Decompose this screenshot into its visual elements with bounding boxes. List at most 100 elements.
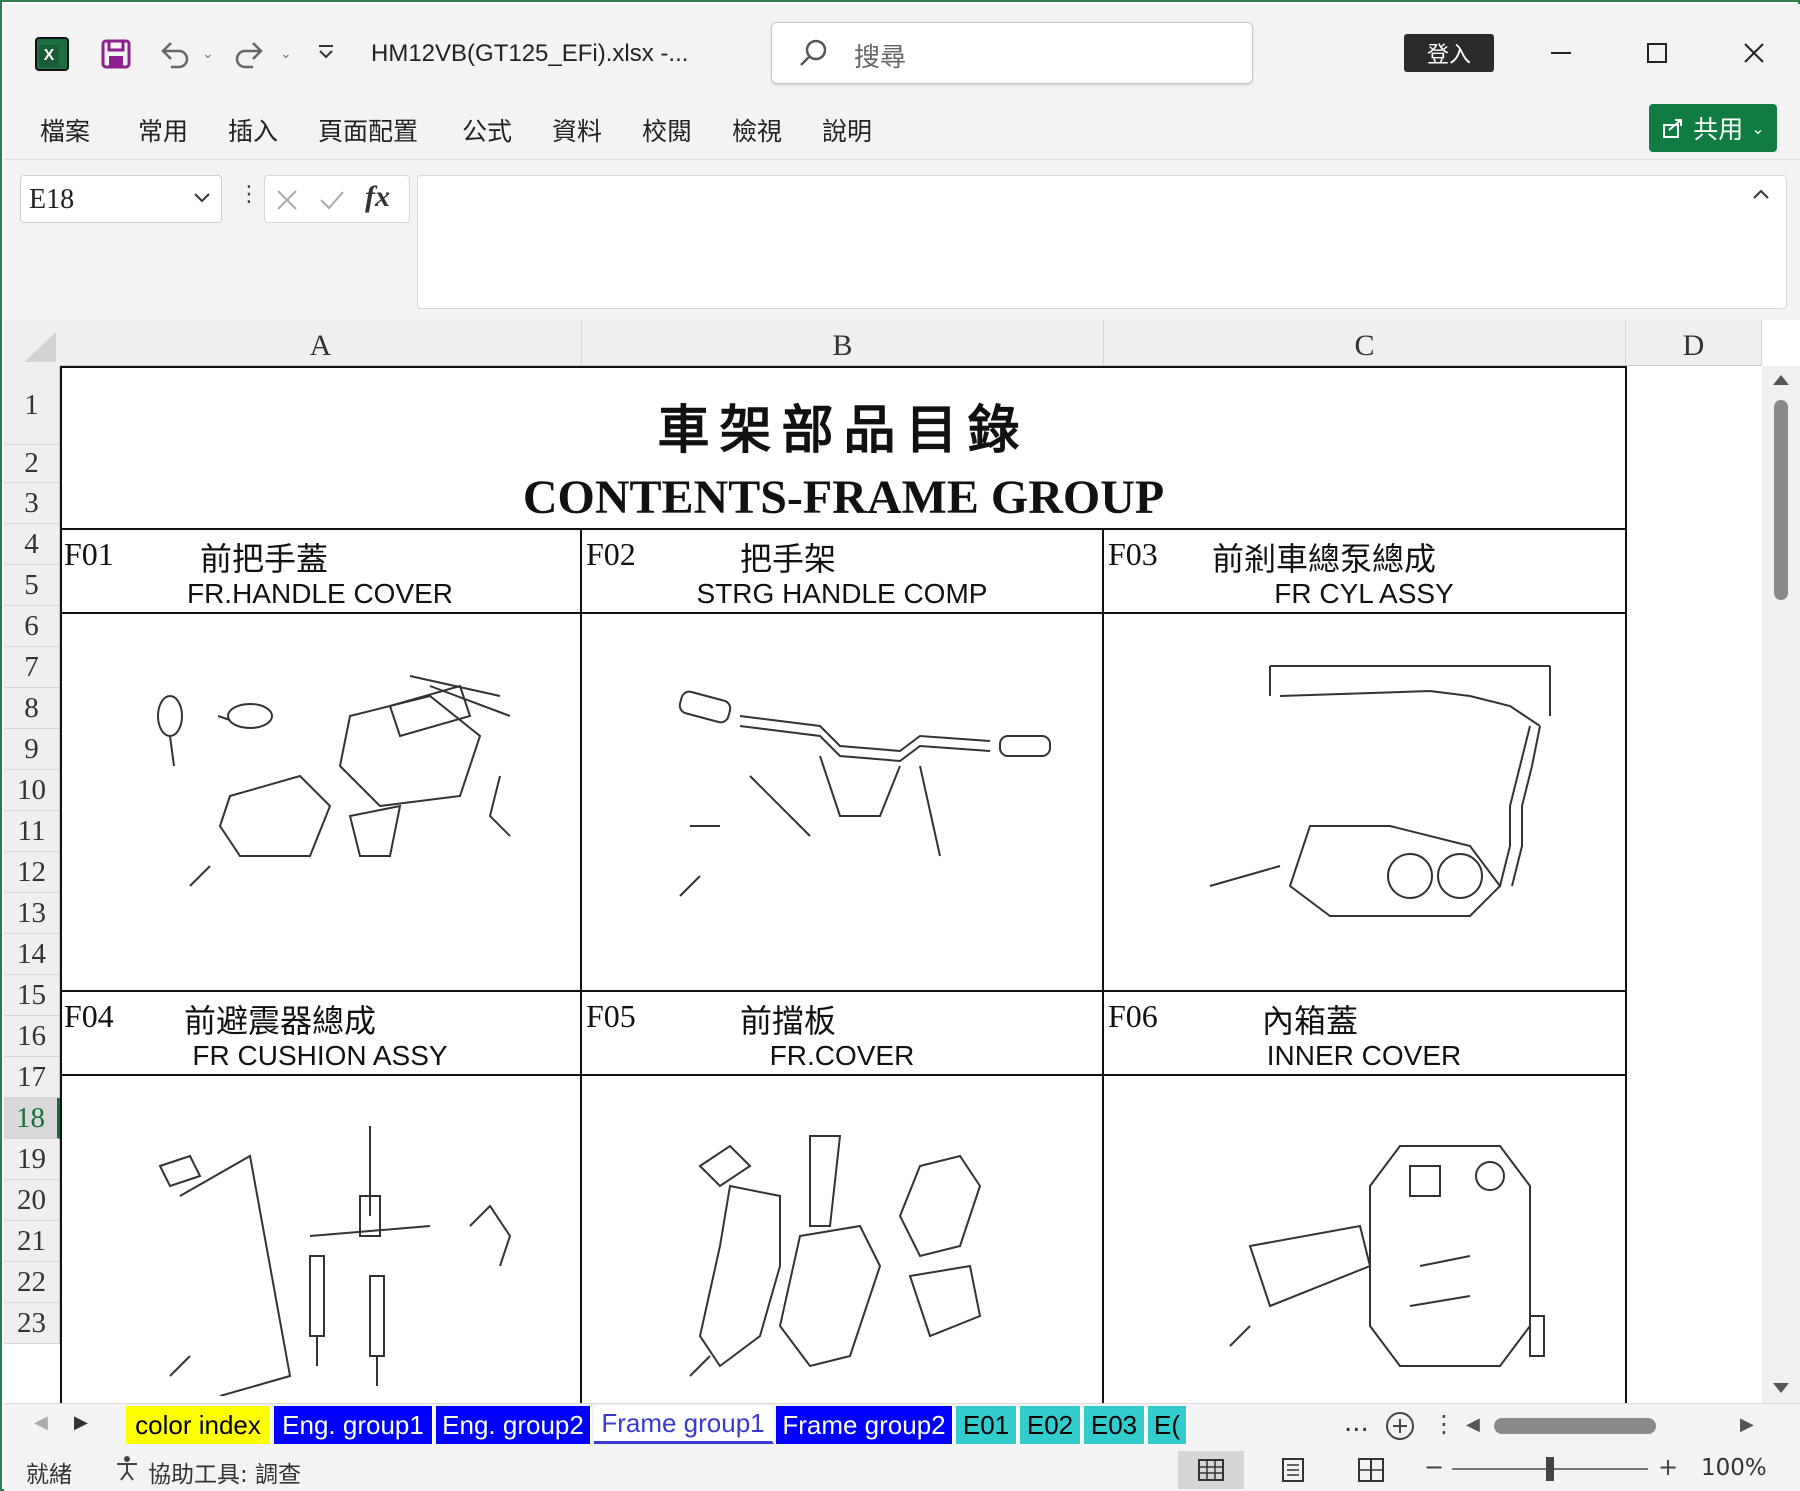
redo-icon[interactable] <box>230 34 270 74</box>
part-name-english: FR.COVER <box>769 1040 915 1071</box>
part-name-chinese: 前避震器總成 <box>184 1002 377 1040</box>
vertical-scrollbar[interactable] <box>1762 366 1800 1403</box>
menu-help[interactable]: 說明 <box>822 112 872 148</box>
zoom-out-icon[interactable]: − <box>1424 1453 1444 1481</box>
menu-data[interactable]: 資料 <box>552 112 602 148</box>
insert-function-icon[interactable]: fx <box>365 180 390 214</box>
sheet-tab[interactable]: E01 <box>956 1406 1018 1444</box>
sheet-tab[interactable]: Eng. group2 <box>436 1406 592 1444</box>
minimize-button[interactable] <box>1536 28 1586 78</box>
row-header[interactable]: 18 <box>4 1098 60 1139</box>
menu-review[interactable]: 校閱 <box>642 112 692 148</box>
row-header[interactable]: 17 <box>4 1057 60 1098</box>
menu-file[interactable]: 檔案 <box>40 112 90 148</box>
accessibility-icon[interactable] <box>112 1453 142 1487</box>
row-header[interactable]: 1 <box>4 366 60 445</box>
sheet-tab[interactable]: E03 <box>1084 1406 1146 1444</box>
menu-home[interactable]: 常用 <box>138 112 188 148</box>
maximize-button[interactable] <box>1632 28 1682 78</box>
save-icon[interactable] <box>96 34 136 74</box>
sheet-tab-bar: ◀ ▶ color index Eng. group1 Eng. group2 Fra… <box>4 1403 1800 1447</box>
column-header-c[interactable]: C <box>1104 320 1626 366</box>
scroll-down-icon[interactable] <box>1772 1382 1790 1396</box>
sheet-tab[interactable]: color index <box>126 1406 272 1444</box>
tab-scroll-left-icon[interactable]: ◀ <box>34 1412 48 1433</box>
row-header[interactable]: 3 <box>4 483 60 524</box>
part-name-chinese: 把手架 <box>740 540 837 578</box>
row-header[interactable]: 11 <box>4 811 60 852</box>
menu-insert[interactable]: 插入 <box>228 112 278 148</box>
cancel-icon[interactable] <box>275 188 299 212</box>
column-header-a[interactable]: A <box>60 320 582 366</box>
row-header[interactable]: 4 <box>4 524 60 565</box>
horizontal-scrollbar-thumb[interactable] <box>1494 1418 1656 1434</box>
row-header[interactable]: 20 <box>4 1180 60 1221</box>
hscroll-right-icon[interactable]: ▶ <box>1740 1414 1754 1435</box>
sheet-content[interactable]: 車架部品目錄 CONTENTS-FRAME GROUP F01 前把手蓋 FR.… <box>60 366 1762 1403</box>
row-header[interactable]: 2 <box>4 445 60 483</box>
customize-toolbar-icon[interactable] <box>316 42 336 67</box>
sheet-tab[interactable]: E( <box>1148 1406 1188 1444</box>
search-placeholder: 搜尋 <box>854 43 907 73</box>
normal-view-button[interactable] <box>1178 1451 1244 1489</box>
menu-formulas[interactable]: 公式 <box>462 112 512 148</box>
excel-app-icon: X <box>32 34 72 74</box>
more-options-icon[interactable]: ⋮ <box>1432 1410 1456 1438</box>
sheet-tab[interactable]: E02 <box>1020 1406 1082 1444</box>
name-box[interactable]: E18 <box>20 175 222 223</box>
row-header[interactable]: 14 <box>4 934 60 975</box>
scroll-up-icon[interactable] <box>1772 372 1790 386</box>
brake-cylinder-drawing <box>1209 665 1551 917</box>
redo-dropdown-icon[interactable]: ⌄ <box>280 46 292 62</box>
row-header[interactable]: 19 <box>4 1139 60 1180</box>
row-header[interactable]: 22 <box>4 1262 60 1303</box>
add-sheet-icon[interactable] <box>1384 1410 1416 1446</box>
row-header[interactable]: 15 <box>4 975 60 1016</box>
row-header[interactable]: 21 <box>4 1221 60 1262</box>
page-layout-view-button[interactable] <box>1260 1451 1326 1489</box>
part-code: F06 <box>1108 998 1158 1034</box>
close-button[interactable] <box>1729 28 1779 78</box>
part-name-english: FR CUSHION ASSY <box>192 1040 448 1071</box>
sheet-tab[interactable]: Eng. group1 <box>274 1406 434 1444</box>
accessibility-status[interactable]: 協助工具: 調查 <box>148 1455 301 1489</box>
zoom-slider-thumb[interactable] <box>1546 1457 1554 1481</box>
enter-check-icon[interactable] <box>319 188 345 212</box>
share-button[interactable]: 共用 ⌄ <box>1649 104 1777 152</box>
zoom-level[interactable]: 100% <box>1701 1455 1767 1481</box>
row-header[interactable]: 7 <box>4 647 60 688</box>
row-header[interactable]: 10 <box>4 770 60 811</box>
row-header[interactable]: 16 <box>4 1016 60 1057</box>
page-break-view-button[interactable] <box>1338 1451 1404 1489</box>
share-icon <box>1663 119 1683 138</box>
row-header[interactable]: 6 <box>4 606 60 647</box>
select-all-button[interactable] <box>4 320 60 366</box>
undo-icon[interactable] <box>154 34 194 74</box>
document-title: HM12VB(GT125_EFi).xlsx -... <box>371 40 689 67</box>
vertical-scrollbar-thumb[interactable] <box>1774 400 1788 600</box>
tab-scroll-right-icon[interactable]: ▶ <box>74 1412 88 1433</box>
formula-input[interactable] <box>417 175 1787 309</box>
zoom-in-icon[interactable]: + <box>1658 1453 1678 1481</box>
menu-page-layout[interactable]: 頁面配置 <box>318 112 418 148</box>
collapse-formula-bar-icon[interactable] <box>1750 184 1772 210</box>
part-code: F04 <box>64 998 114 1034</box>
row-header[interactable]: 5 <box>4 565 60 606</box>
sheet-tab[interactable]: Frame group2 <box>776 1406 954 1444</box>
column-header-d[interactable]: D <box>1626 320 1762 366</box>
more-options-icon[interactable]: ⋮ <box>238 182 260 207</box>
row-header[interactable]: 23 <box>4 1303 60 1344</box>
row-header[interactable]: 13 <box>4 893 60 934</box>
row-header[interactable]: 8 <box>4 688 60 729</box>
search-input[interactable]: 搜尋 <box>771 22 1253 84</box>
sign-in-button[interactable]: 登入 <box>1404 34 1494 72</box>
row-header[interactable]: 12 <box>4 852 60 893</box>
undo-dropdown-icon[interactable]: ⌄ <box>202 46 214 62</box>
chevron-down-icon[interactable] <box>191 186 213 212</box>
menu-view[interactable]: 檢視 <box>732 112 782 148</box>
tab-overflow[interactable]: ... <box>1344 1408 1369 1438</box>
sheet-tab[interactable]: Frame group1 <box>594 1406 774 1444</box>
hscroll-left-icon[interactable]: ◀ <box>1466 1414 1480 1435</box>
column-header-b[interactable]: B <box>582 320 1104 366</box>
row-header[interactable]: 9 <box>4 729 60 770</box>
